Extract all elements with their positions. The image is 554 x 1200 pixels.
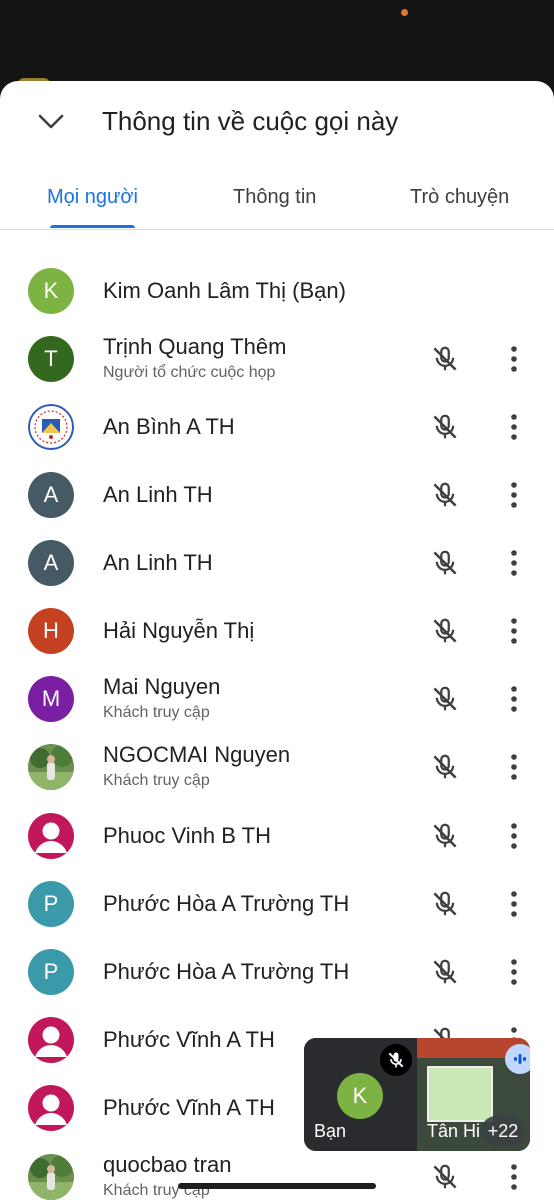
chevron-down-icon[interactable]	[34, 105, 68, 139]
participant-name: Kim Oanh Lâm Thị (Bạn)	[103, 278, 346, 303]
participant-row[interactable]: T Trịnh Quang Thêm Người tổ chức cuộc họp	[0, 325, 554, 393]
pip-self-tile: K Bạn	[304, 1038, 417, 1151]
tab-chat[interactable]: Trò chuyện	[410, 183, 509, 211]
avatar	[28, 813, 74, 859]
avatar: T	[28, 336, 74, 382]
avatar: A	[28, 472, 74, 518]
more-options-icon[interactable]	[500, 886, 528, 922]
pip-self-avatar: K	[337, 1073, 383, 1119]
avatar	[28, 1154, 74, 1200]
mic-off-icon[interactable]	[430, 412, 460, 442]
pip-other-label: Tân Hi	[427, 1121, 481, 1141]
avatar	[28, 1085, 74, 1131]
avatar	[28, 1017, 74, 1063]
mic-off-icon[interactable]	[430, 344, 460, 374]
more-options-icon[interactable]	[500, 613, 528, 649]
participant-name: quocbao tran	[103, 1152, 232, 1177]
pip-participant-count: +22	[481, 1116, 525, 1146]
pip-self-label: Bạn	[314, 1121, 347, 1141]
participant-name: An Linh TH	[103, 550, 213, 575]
more-options-icon[interactable]	[500, 409, 528, 445]
participant-role: Người tổ chức cuộc họp	[103, 364, 276, 381]
participant-row[interactable]: A An Linh TH	[0, 529, 554, 597]
tab-info[interactable]: Thông tin	[233, 183, 316, 211]
speaking-indicator-icon	[505, 1044, 530, 1074]
participant-row[interactable]: P Phước Hòa A Trường TH	[0, 870, 554, 938]
more-options-icon[interactable]	[500, 749, 528, 785]
participant-role: Khách truy cập	[103, 772, 210, 789]
participant-role: Khách truy cập	[103, 704, 210, 721]
more-options-icon[interactable]	[500, 681, 528, 717]
avatar: H	[28, 608, 74, 654]
avatar: P	[28, 881, 74, 927]
participant-row[interactable]: H Hải Nguyễn Thị	[0, 597, 554, 665]
avatar: M	[28, 676, 74, 722]
participant-row[interactable]: P Phước Hòa A Trường TH	[0, 938, 554, 1006]
mic-off-icon[interactable]	[430, 684, 460, 714]
participant-name: Phước Vĩnh A TH	[103, 1027, 275, 1052]
participant-name: Mai Nguyen	[103, 674, 221, 699]
more-options-icon[interactable]	[500, 954, 528, 990]
mic-off-icon[interactable]	[430, 957, 460, 987]
home-indicator[interactable]	[178, 1183, 376, 1189]
participant-row[interactable]: K Kim Oanh Lâm Thị (Bạn)	[0, 257, 554, 325]
avatar: A	[28, 540, 74, 586]
participant-row[interactable]: quocbao tran Khách truy cập	[0, 1143, 554, 1200]
participant-name: An Linh TH	[103, 482, 213, 507]
participant-name: Phước Hòa A Trường TH	[103, 959, 350, 984]
more-options-icon[interactable]	[500, 545, 528, 581]
more-options-icon[interactable]	[500, 477, 528, 513]
participant-row[interactable]: A An Linh TH	[0, 461, 554, 529]
participant-name: Hải Nguyễn Thị	[103, 618, 255, 643]
participant-name: NGOCMAI Nguyen	[103, 742, 291, 767]
picture-in-picture[interactable]: K Bạn Tân Hi +22	[304, 1038, 530, 1151]
participant-name: An Bình A TH	[103, 414, 235, 439]
mic-off-icon[interactable]	[430, 616, 460, 646]
mic-off-icon[interactable]	[430, 1162, 460, 1192]
participant-row[interactable]: An Bình A TH	[0, 393, 554, 461]
more-options-icon[interactable]	[500, 341, 528, 377]
avatar	[28, 744, 74, 790]
avatar	[28, 404, 74, 450]
mic-off-icon[interactable]	[430, 752, 460, 782]
participant-name: Trịnh Quang Thêm	[103, 334, 287, 359]
avatar: P	[28, 949, 74, 995]
call-info-sheet: Thông tin về cuộc gọi này Mọi người Thôn…	[0, 81, 554, 1200]
participant-row[interactable]: Phuoc Vinh B TH	[0, 802, 554, 870]
tab-people[interactable]: Mọi người	[47, 183, 138, 211]
avatar: K	[28, 268, 74, 314]
mic-off-icon[interactable]	[430, 889, 460, 919]
participant-row[interactable]: NGOCMAI Nguyen Khách truy cập	[0, 733, 554, 801]
more-options-icon[interactable]	[500, 1159, 528, 1195]
participant-name: Phuoc Vinh B TH	[103, 823, 271, 848]
mic-off-icon	[380, 1044, 412, 1076]
camera-indicator	[401, 9, 408, 16]
mic-off-icon[interactable]	[430, 480, 460, 510]
mic-off-icon[interactable]	[430, 821, 460, 851]
more-options-icon[interactable]	[500, 818, 528, 854]
participant-name: Phước Vĩnh A TH	[103, 1095, 275, 1120]
sheet-title: Thông tin về cuộc gọi này	[102, 106, 399, 136]
mic-off-icon[interactable]	[430, 548, 460, 578]
pip-video-screen	[427, 1066, 493, 1122]
tab-bar: Mọi người Thông tin Trò chuyện	[0, 169, 554, 230]
sheet-header: Thông tin về cuộc gọi này	[0, 81, 554, 161]
participant-name: Phước Hòa A Trường TH	[103, 891, 350, 916]
scrolled-text-remnant	[100, 225, 260, 231]
participant-row[interactable]: M Mai Nguyen Khách truy cập	[0, 665, 554, 733]
